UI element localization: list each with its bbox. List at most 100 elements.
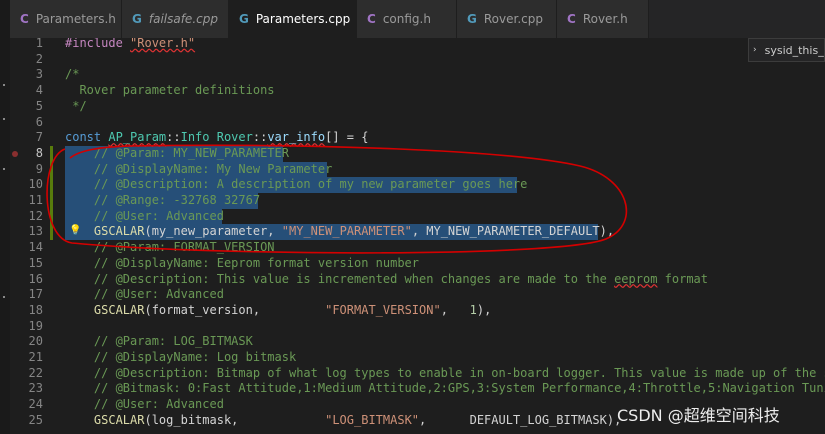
code-token: , MY_NEW_PARAMETER_DEFAULT), (411, 224, 615, 239)
tab-label: Rover.cpp (483, 12, 543, 26)
code-token: // @User: Advanced (65, 397, 224, 412)
code-token: // @Param: LOG_BITMASK (65, 334, 253, 349)
tab-label: Parameters.cpp (255, 12, 351, 26)
code-line[interactable]: GSCALAR(my_new_parameter, "MY_NEW_PARAME… (65, 224, 614, 240)
code-line[interactable]: GSCALAR(log_bitmask, "LOG_BITMASK", DEFA… (65, 413, 621, 429)
code-token: :: (252, 130, 268, 145)
editor-tab-bar: C Parameters.h Gfailsafe.cpp G Parameters.cp… (10, 0, 825, 38)
tab-rover-h[interactable]: C Rover.h (557, 0, 649, 38)
code-line[interactable]: Rover parameter definitions (65, 83, 275, 99)
code-line[interactable]: // @DisplayName: Eeprom format version n… (65, 256, 419, 272)
code-token: /* (65, 67, 80, 82)
c-header-file-icon: C (567, 12, 576, 26)
line-number: 17 (28, 287, 43, 302)
lightbulb-icon[interactable]: 💡 (69, 225, 81, 236)
code-token: // @DisplayName: Eeprom format version n… (65, 255, 420, 270)
code-area[interactable]: #include "Rover.h" /* Rover parameter def… (65, 38, 825, 434)
line-number: 16 (28, 271, 43, 286)
code-token: GSCALAR (65, 412, 145, 427)
code-token: eeprom (614, 271, 658, 286)
line-number: 7 (35, 130, 43, 145)
code-line[interactable]: GSCALAR(format_version, "FORMAT_VERSION"… (65, 303, 491, 319)
code-token: :: (166, 130, 181, 145)
tab-failsafe-cpp[interactable]: Gfailsafe.cpp (122, 0, 229, 38)
line-number: 13 (28, 224, 43, 239)
code-token: "LOG_BITMASK" (325, 412, 420, 427)
code-token: Rover (216, 130, 253, 145)
line-number: 19 (28, 318, 43, 333)
code-token: "FORMAT_VERSION" (325, 302, 441, 317)
code-line[interactable]: // @User: Advanced (65, 209, 224, 225)
line-number: 14 (28, 240, 43, 255)
code-token: var_info (267, 130, 326, 145)
code-token: , (440, 302, 470, 317)
code-line[interactable]: const AP_Param::Info Rover::var_info[] =… (65, 130, 368, 146)
line-number: 5 (35, 98, 43, 113)
line-number: 11 (28, 193, 43, 207)
line-number: 9 (35, 161, 43, 176)
cpp-file-icon: G (467, 12, 477, 26)
code-line[interactable]: // @Param: FORMAT_VERSION (65, 240, 275, 256)
code-editor[interactable]: 1 2 3 4 5 6 7 8 9 10 11 12 13 14 15 16 17 18 19 20 21 22 23 24 2… (10, 38, 825, 434)
code-line[interactable]: // @Description: A description of my new… (65, 177, 527, 193)
code-token: */ (65, 98, 87, 113)
code-line[interactable]: */ (65, 98, 87, 115)
code-token: // @User: Advanced (65, 208, 224, 223)
outline-label: sysid_this_m (764, 43, 824, 57)
line-number: 1 (35, 38, 43, 50)
code-token: [] = { (325, 130, 369, 145)
code-token: #include (65, 38, 131, 50)
code-line[interactable]: // @Description: Bitmap of what log type… (65, 366, 825, 382)
code-line[interactable]: // @Param: MY_NEW_PARAMETER (65, 146, 289, 162)
code-line[interactable]: // @Description: This value is increment… (65, 272, 708, 288)
line-number: 12 (28, 208, 43, 223)
line-number: 10 (28, 177, 43, 192)
code-token: // @Description: Bitmap of what log type… (65, 365, 825, 380)
code-line[interactable]: // @DisplayName: My New Parameter (65, 162, 332, 178)
line-number: 20 (28, 334, 43, 349)
code-token: , DEFAULT_LOG_BITMASK), (419, 412, 622, 427)
code-line[interactable]: // @Param: LOG_BITMASK (65, 334, 253, 350)
code-line[interactable]: #include "Rover.h" (65, 38, 195, 52)
code-token: Info (180, 130, 217, 145)
line-number: 4 (35, 83, 43, 98)
line-number-gutter[interactable]: 1 2 3 4 5 6 7 8 9 10 11 12 13 14 15 16 17 18 19 20 21 22 23 24 2… (10, 38, 56, 434)
line-number: 15 (28, 255, 43, 270)
code-line[interactable]: // @User: Advanced (65, 397, 224, 413)
tab-parameters-h[interactable]: C Parameters.h (10, 0, 122, 38)
tab-config-h[interactable]: Cconfig.h (357, 0, 457, 38)
tab-rover-cpp[interactable]: G Rover.cpp (457, 0, 557, 38)
code-token: GSCALAR (65, 302, 145, 317)
line-number: 23 (28, 381, 43, 396)
line-number: 25 (28, 412, 43, 427)
tab-parameters-cpp[interactable]: GParameters.cpp× (229, 0, 357, 38)
code-line[interactable]: /* (65, 67, 79, 83)
code-token: // @DisplayName: My New Parameter (65, 161, 333, 176)
line-number: 18 (28, 302, 43, 317)
code-line[interactable]: // @Range: -32768 32767 (65, 193, 260, 209)
code-token: AP_Param (108, 130, 167, 145)
c-header-file-icon: C (20, 12, 29, 26)
window-edge (0, 0, 10, 434)
line-number: 21 (28, 350, 43, 364)
outline-breadcrumb[interactable]: › sysid_this_m (748, 38, 825, 62)
code-line[interactable]: // @Bitmask: 0:Fast Attitude,1:Medium At… (65, 381, 825, 397)
line-number: 2 (35, 51, 43, 66)
watermark: CSDN @超维空间科技 (617, 406, 780, 425)
code-token: format (657, 271, 709, 286)
code-token: // @Param: MY_NEW_PARAMETER (65, 145, 289, 160)
code-token: "MY_NEW_PARAMETER" (281, 224, 412, 239)
code-token: (log_bitmask, (144, 412, 326, 427)
breakpoint-icon[interactable] (12, 150, 18, 157)
tab-label: config.h (382, 12, 431, 26)
code-line[interactable]: // @DisplayName: Log bitmask (65, 350, 296, 366)
code-line[interactable]: // @User: Advanced (65, 287, 224, 303)
code-token: Rover parameter definitions (65, 83, 275, 98)
code-token: 1 (469, 302, 477, 317)
cpp-file-icon: G (239, 12, 249, 26)
modified-lines-indicator (50, 145, 53, 241)
cpp-file-icon: G (132, 12, 142, 26)
code-token: // @Description: This value is increment… (65, 271, 615, 286)
chevron-right-icon: › (753, 45, 757, 55)
code-token: // @Bitmask: 0:Fast Attitude,1:Medium At… (65, 381, 825, 396)
